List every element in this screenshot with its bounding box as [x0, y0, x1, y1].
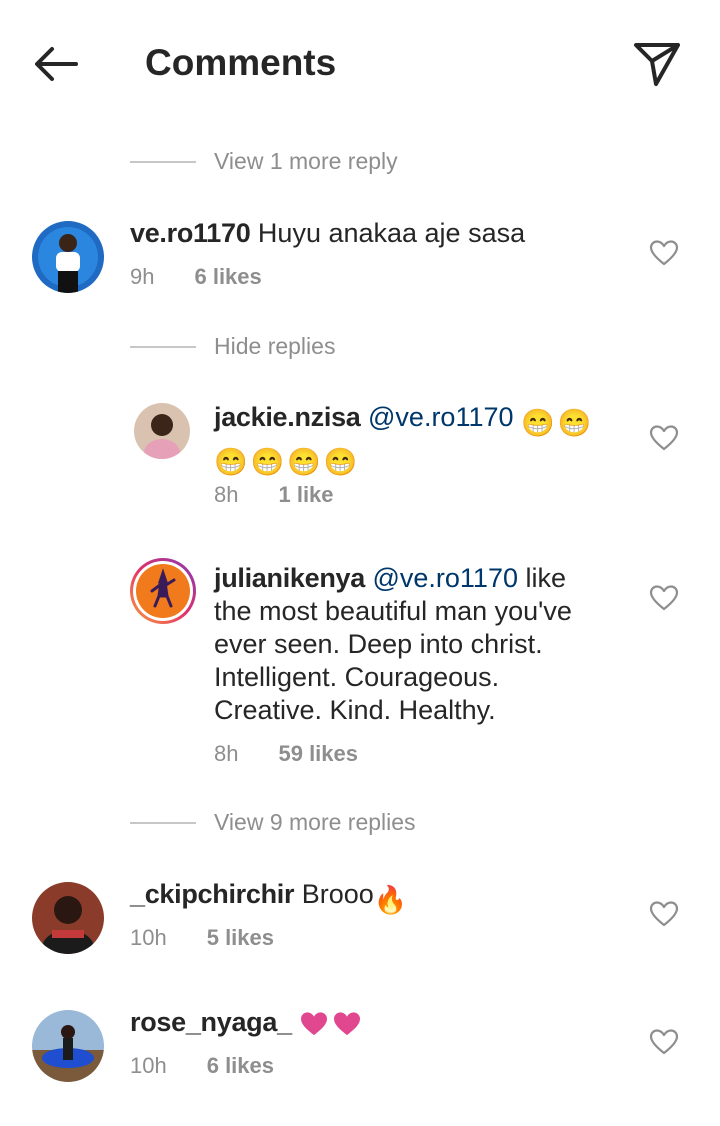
heart-icon — [649, 901, 679, 927]
username[interactable]: _ckipchirchir — [130, 879, 294, 909]
likes-count[interactable]: 6 likes — [207, 1053, 274, 1079]
avatar[interactable] — [32, 1010, 104, 1082]
emoji: 😁 — [521, 408, 555, 438]
toggle-label: View 9 more replies — [214, 809, 416, 835]
toggle-label: Hide replies — [214, 333, 336, 359]
mention-link[interactable]: @ve.ro1170 — [372, 563, 518, 593]
avatar[interactable] — [134, 403, 190, 459]
back-button[interactable] — [30, 38, 82, 90]
timestamp: 10h — [130, 925, 167, 950]
avatar[interactable] — [130, 558, 196, 624]
like-button[interactable] — [649, 239, 679, 267]
comment-body: Brooo — [294, 879, 374, 909]
heart-emoji — [332, 1011, 362, 1045]
like-button[interactable] — [649, 1028, 679, 1056]
view-more-replies-toggle[interactable]: View 1 more reply — [130, 148, 398, 175]
comment-meta: 10h 5 likes — [130, 925, 274, 951]
mention-link[interactable]: @ve.ro1170 — [368, 402, 514, 432]
comment-meta: 9h 6 likes — [130, 264, 262, 290]
like-button[interactable] — [649, 424, 679, 452]
comment-body: Huyu anakaa aje sasa — [250, 218, 526, 248]
likes-count[interactable]: 5 likes — [207, 925, 274, 951]
emoji: 😁 — [287, 447, 321, 477]
comment-text: ve.ro1170 Huyu anakaa aje sasa — [130, 217, 610, 250]
timestamp: 10h — [130, 1053, 167, 1078]
divider-line — [130, 160, 196, 163]
emoji: 😁 — [250, 447, 285, 477]
username[interactable]: julianikenya — [214, 563, 365, 593]
timestamp: 8h — [214, 482, 239, 507]
comment-text: jackie.nzisa @ve.ro1170 😁 😁 😁 😁 😁 😁 — [214, 401, 624, 479]
heart-emoji — [299, 1011, 329, 1045]
username[interactable]: jackie.nzisa — [214, 402, 361, 432]
fire-emoji: 🔥 — [373, 885, 408, 915]
like-button[interactable] — [649, 900, 679, 928]
arrow-left-icon — [35, 47, 78, 81]
heart-icon — [649, 585, 679, 611]
username[interactable]: rose_nyaga_ — [130, 1007, 292, 1037]
emoji: 😁 — [323, 447, 358, 477]
page-title: Comments — [145, 42, 337, 83]
pink-heart-icon — [301, 1012, 328, 1036]
comment-text: julianikenya @ve.ro1170 like the most be… — [214, 562, 609, 727]
comment-meta: 10h 6 likes — [130, 1053, 274, 1079]
username[interactable]: ve.ro1170 — [130, 218, 251, 248]
timestamp: 8h — [214, 741, 239, 766]
likes-count[interactable]: 1 like — [278, 482, 333, 508]
toggle-label: View 1 more reply — [214, 148, 398, 174]
comment-meta: 8h 59 likes — [214, 741, 358, 767]
divider-line — [130, 821, 196, 824]
avatar[interactable] — [32, 882, 104, 954]
avatar[interactable] — [32, 221, 104, 293]
emoji: 😁 — [557, 408, 592, 438]
paper-plane-icon — [634, 43, 680, 86]
comment-text: rose_nyaga_ — [130, 1006, 610, 1045]
comment-text: _ckipchirchir Brooo🔥 — [130, 878, 610, 917]
share-button[interactable] — [630, 38, 684, 90]
likes-count[interactable]: 59 likes — [278, 741, 358, 767]
pink-heart-icon — [334, 1012, 361, 1036]
timestamp: 9h — [130, 264, 155, 289]
comment-meta: 8h 1 like — [214, 482, 334, 508]
divider-line — [130, 345, 196, 348]
like-button[interactable] — [649, 584, 679, 612]
emoji: 😁 — [214, 447, 248, 477]
heart-icon — [649, 1029, 679, 1055]
view-more-replies-toggle[interactable]: View 9 more replies — [130, 809, 416, 836]
likes-count[interactable]: 6 likes — [194, 264, 261, 290]
hide-replies-toggle[interactable]: Hide replies — [130, 333, 335, 360]
heart-icon — [649, 240, 679, 266]
heart-icon — [649, 425, 679, 451]
